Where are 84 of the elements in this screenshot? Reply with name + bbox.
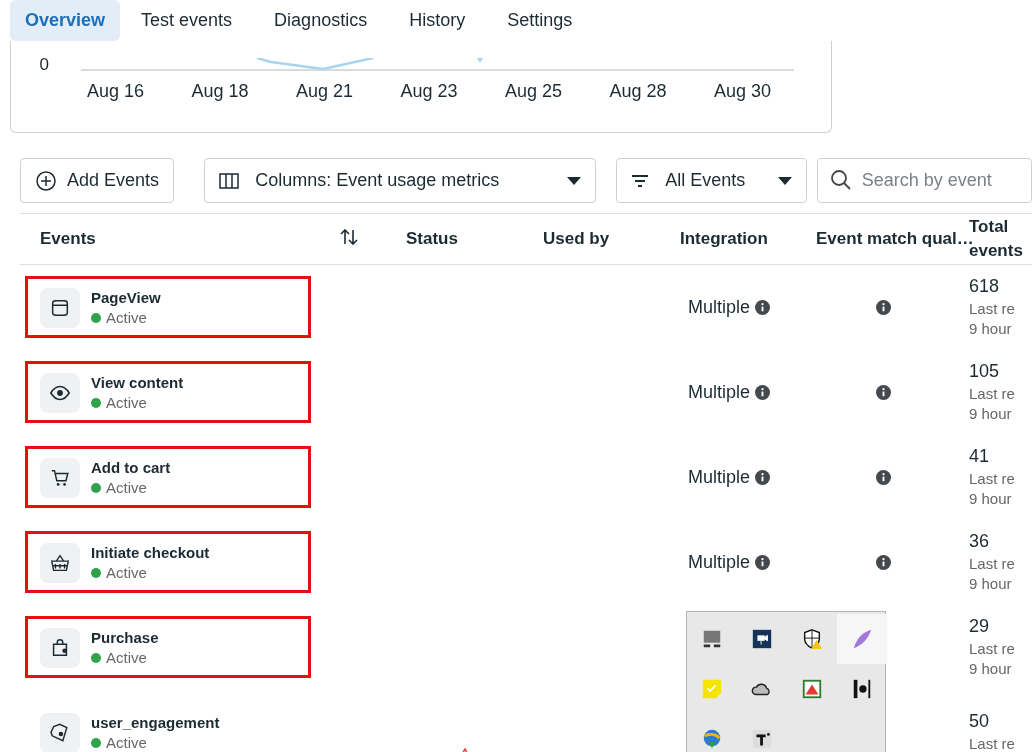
axis-label: Aug 25 — [505, 81, 564, 102]
status-text: Active — [106, 649, 147, 666]
tab[interactable]: Test events — [120, 0, 254, 41]
tab[interactable]: Overview — [10, 0, 121, 41]
last-received-text: Last re — [969, 639, 1016, 659]
feather-icon[interactable] — [851, 628, 873, 650]
add-events-button[interactable]: Add Events — [20, 158, 175, 203]
type-icon[interactable] — [751, 728, 773, 750]
status-dot — [91, 397, 101, 408]
info-icon[interactable] — [755, 300, 770, 315]
status-text: Active — [106, 564, 147, 581]
time-ago-text: 9 hour — [969, 659, 1013, 679]
status-text: Active — [106, 394, 147, 411]
status-text: Active — [106, 479, 147, 496]
column-header: Events — [39, 229, 97, 249]
axis-label: 0 — [38, 55, 50, 75]
info-icon[interactable] — [755, 385, 770, 400]
time-ago-text: 9 hour — [969, 489, 1013, 509]
status-text: Active — [106, 309, 147, 326]
last-received-text: Last re — [969, 734, 1016, 752]
event-name[interactable]: Initiate checkout — [91, 544, 210, 561]
integration-text: Multiple — [688, 467, 750, 488]
shield-icon[interactable] — [801, 628, 823, 650]
globe-icon[interactable] — [701, 728, 723, 750]
info-icon[interactable] — [876, 385, 891, 400]
axis-label: Aug 18 — [191, 81, 250, 102]
tab[interactable]: History — [388, 0, 487, 41]
monitor-icon[interactable] — [701, 628, 723, 650]
status-dot — [91, 652, 101, 663]
event-name[interactable]: Add to cart — [91, 459, 171, 476]
event-count: 618 — [969, 276, 1001, 297]
document-icon[interactable] — [801, 678, 823, 700]
columns-dropdown[interactable]: Columns: Event usage metrics — [204, 158, 597, 203]
camera-icon[interactable] — [751, 628, 773, 650]
event-count: 29 — [969, 616, 991, 637]
event-count: 41 — [969, 446, 991, 467]
time-ago-text: 9 hour — [969, 574, 1013, 594]
search-field[interactable]: Search by event — [816, 158, 1032, 203]
status-dot — [91, 567, 101, 578]
info-icon[interactable] — [876, 555, 891, 570]
column-header: Status — [405, 229, 459, 249]
integration-text: Multiple — [688, 297, 750, 318]
status-dot — [91, 482, 101, 493]
columns-icon — [219, 172, 240, 189]
last-received-text: Last re — [969, 299, 1016, 319]
event-count: 105 — [969, 361, 1001, 382]
status-dot — [91, 737, 101, 748]
add-icon — [35, 169, 57, 192]
integration-text: Multiple — [688, 382, 750, 403]
column-header: Used by — [542, 229, 611, 249]
info-icon[interactable] — [876, 300, 891, 315]
info-icon[interactable] — [755, 555, 770, 570]
axis-label: Aug 30 — [714, 81, 773, 102]
filter-icon — [631, 173, 650, 188]
last-received-text: Last re — [969, 469, 1016, 489]
time-ago-text: 9 hour — [969, 319, 1013, 339]
info-icon[interactable] — [755, 470, 770, 485]
axis-label: Aug 21 — [296, 81, 355, 102]
tag-icon — [49, 721, 71, 744]
caret-icon — [777, 176, 792, 185]
column-header: Integration — [679, 229, 769, 249]
sort-icon[interactable] — [340, 229, 358, 245]
search-icon — [829, 169, 852, 191]
time-ago-text: 9 hour — [969, 404, 1013, 424]
event-name[interactable]: user_engagement — [91, 714, 220, 731]
axis-label: Aug 16 — [87, 81, 146, 102]
bracket-icon[interactable] — [851, 678, 873, 700]
event-name[interactable]: View content — [91, 374, 184, 391]
status-dot — [91, 312, 101, 323]
last-received-text: Last re — [969, 554, 1016, 574]
caret-icon — [567, 176, 582, 185]
axis-label: Aug 28 — [609, 81, 668, 102]
axis-label: Aug 23 — [400, 81, 459, 102]
event-count: 50 — [969, 711, 991, 732]
last-received-text: Last re — [969, 384, 1016, 404]
integration-text: Multiple — [688, 552, 750, 573]
event-name[interactable]: PageView — [91, 289, 161, 306]
event-count: 36 — [969, 531, 991, 552]
tab[interactable]: Settings — [486, 0, 594, 41]
event-name[interactable]: Purchase — [91, 629, 159, 646]
info-icon[interactable] — [876, 470, 891, 485]
status-text: Active — [106, 734, 147, 751]
tab[interactable]: Diagnostics — [253, 0, 389, 41]
filter-dropdown[interactable]: All Events — [616, 158, 807, 203]
